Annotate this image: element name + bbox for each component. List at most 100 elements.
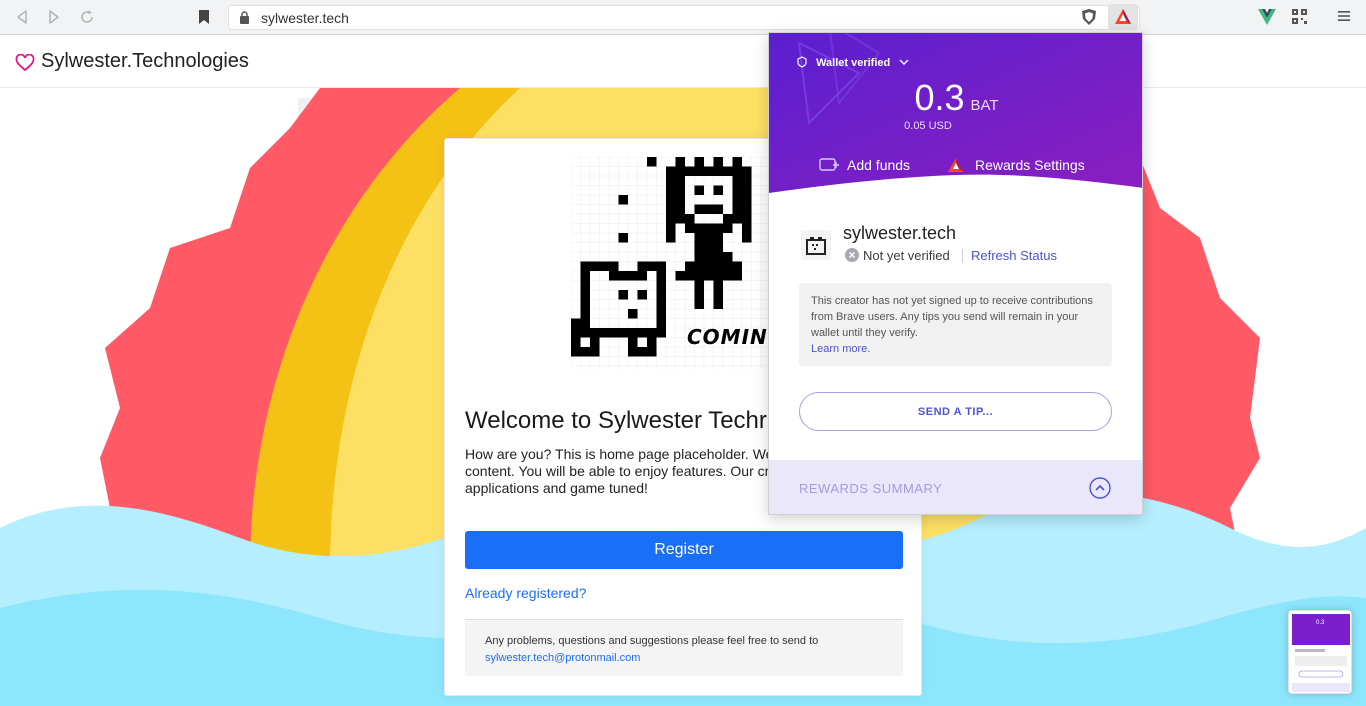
pixel [666, 214, 676, 224]
pixel [694, 157, 704, 167]
wallet-status[interactable]: Wallet verified [797, 56, 909, 69]
pixel [685, 261, 695, 271]
pixel [742, 195, 752, 205]
menu-icon[interactable] [1337, 9, 1351, 23]
pixel [732, 261, 742, 271]
pixel [713, 261, 723, 271]
pixel [666, 204, 676, 214]
back-icon[interactable] [13, 8, 31, 26]
pixel [732, 166, 742, 176]
pixel [647, 337, 657, 347]
pixel [675, 195, 685, 205]
publisher-favicon [801, 230, 831, 260]
pixel [647, 261, 657, 271]
pixel [723, 271, 733, 281]
pixel [628, 271, 638, 281]
coming-soon-pixel-art: COMING [570, 156, 791, 376]
site-header: Sylwester.Technologies [0, 35, 1366, 88]
pixel [713, 233, 723, 243]
pixel [704, 223, 714, 233]
publisher-status-label: Not yet verified [863, 248, 950, 263]
bat-rewards-button[interactable] [1108, 4, 1138, 30]
vue-devtools-icon[interactable] [1258, 9, 1276, 25]
rewards-summary-label: REWARDS SUMMARY [799, 481, 943, 496]
bookmark-icon[interactable] [195, 8, 213, 26]
learn-more-link[interactable]: Learn more. [811, 343, 870, 355]
pixel [742, 223, 752, 233]
pixel [580, 318, 590, 328]
pixel [571, 337, 581, 347]
pixel [704, 233, 714, 243]
already-registered-link[interactable]: Already registered? [465, 585, 586, 601]
pixel [675, 185, 685, 195]
thumbnail-balance: 0.3 [1316, 620, 1325, 626]
pixel [694, 280, 704, 290]
pixel [704, 242, 714, 252]
pixel [723, 261, 733, 271]
pixel [704, 271, 714, 281]
brave-shield-icon[interactable] [1080, 8, 1098, 26]
chevron-up-icon[interactable] [1089, 477, 1111, 499]
address-bar[interactable]: sylwester.tech [228, 5, 1140, 30]
refresh-status-link[interactable]: Refresh Status [971, 248, 1057, 263]
pixel [637, 328, 647, 338]
site-brand[interactable]: Sylwester.Technologies [41, 50, 249, 73]
pixel [742, 233, 752, 243]
pixel [628, 309, 638, 319]
register-button[interactable]: Register [465, 531, 903, 569]
pixel [675, 271, 685, 281]
pixel [656, 328, 666, 338]
pixel [732, 185, 742, 195]
rewards-summary-bar[interactable]: REWARDS SUMMARY [769, 460, 1142, 514]
pixel [647, 328, 657, 338]
pixel [618, 290, 628, 300]
pixel [666, 233, 676, 243]
balance-usd: 0.05 USD [904, 120, 952, 132]
pixel [599, 261, 609, 271]
publisher-status: Not yet verified [845, 248, 950, 263]
pixel [742, 204, 752, 214]
screenshot-thumbnail[interactable]: 0.3 [1288, 610, 1352, 694]
rewards-settings-button[interactable]: Rewards Settings [947, 157, 1085, 173]
pixel [732, 157, 742, 167]
pixel [609, 328, 619, 338]
wallet-verified-label: Wallet verified [816, 57, 891, 69]
pixel [656, 280, 666, 290]
contact-text: Any problems, questions and suggestions … [485, 635, 819, 647]
pixel [618, 195, 628, 205]
balance-currency: BAT [970, 97, 999, 114]
pixel [599, 328, 609, 338]
pixel [656, 290, 666, 300]
pixel [742, 176, 752, 186]
balance-value: 0.3 [914, 77, 965, 118]
pixel [637, 261, 647, 271]
pixel [704, 252, 714, 262]
qr-code-icon[interactable] [1292, 9, 1307, 24]
rewards-settings-label: Rewards Settings [975, 157, 1085, 173]
pixel [609, 271, 619, 281]
forward-icon[interactable] [45, 8, 63, 26]
add-funds-icon [819, 158, 839, 171]
pixel [723, 166, 733, 176]
pixel [732, 195, 742, 205]
heart-icon[interactable] [15, 54, 35, 72]
pixel [656, 261, 666, 271]
send-tip-button[interactable]: SEND A TIP... [799, 392, 1112, 431]
add-funds-button[interactable]: Add funds [819, 157, 910, 173]
pixel [694, 166, 704, 176]
welcome-title: Welcome to Sylwester Techr [465, 407, 767, 434]
browser-toolbar: sylwester.tech [0, 0, 1366, 35]
pixel [685, 166, 695, 176]
pixel [666, 166, 676, 176]
pixel [666, 195, 676, 205]
reload-icon[interactable] [78, 8, 96, 26]
pixel [713, 223, 723, 233]
pixel [609, 261, 619, 271]
pixel [580, 299, 590, 309]
pixel [723, 252, 733, 262]
pixel [590, 337, 600, 347]
contact-email-link[interactable]: sylwester.tech@protonmail.com [485, 652, 640, 664]
wallet-balance: 0.3 BAT [769, 77, 1142, 119]
pixel [656, 309, 666, 319]
pixel [628, 337, 638, 347]
